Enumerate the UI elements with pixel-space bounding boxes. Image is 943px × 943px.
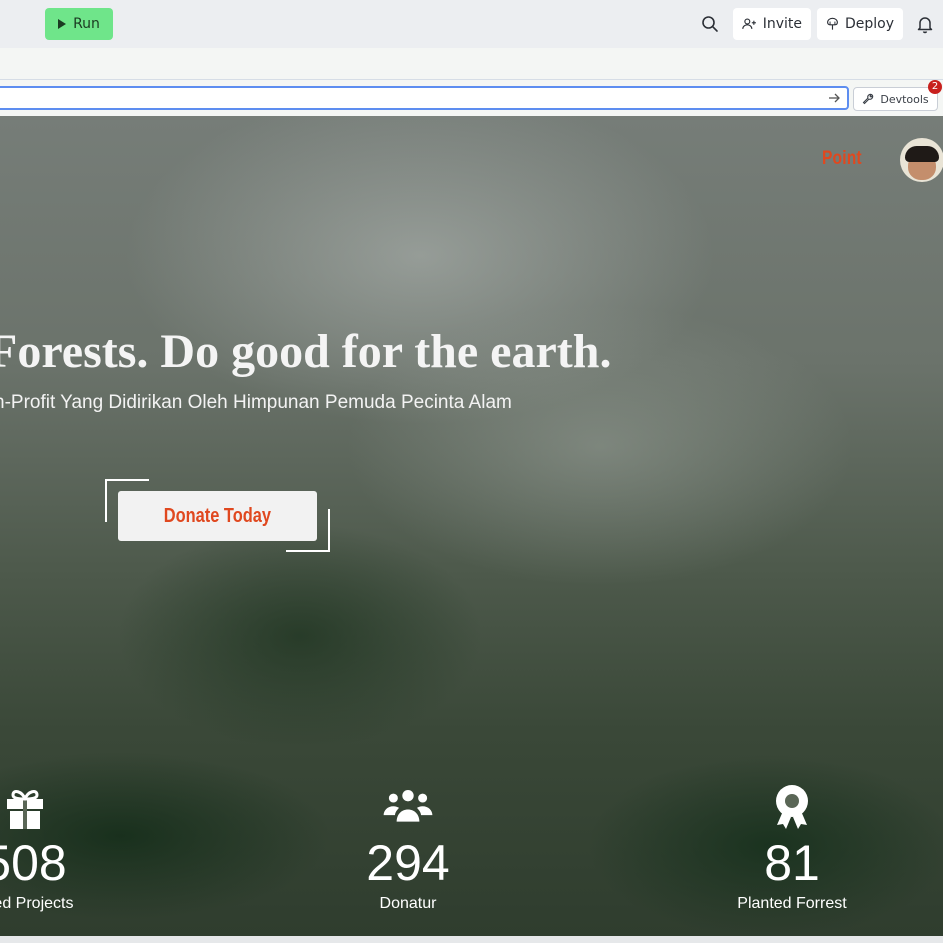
play-icon bbox=[58, 19, 67, 29]
go-arrow-icon[interactable] bbox=[827, 91, 841, 105]
user-plus-icon bbox=[742, 18, 756, 29]
award-icon bbox=[776, 785, 808, 829]
webview-address-row: Devtools bbox=[0, 80, 943, 116]
devtools-label: Devtools bbox=[880, 92, 929, 106]
deploy-icon bbox=[827, 17, 838, 30]
donate-button-label: Donate Today bbox=[163, 504, 272, 527]
invite-button-label: Invite bbox=[762, 16, 802, 32]
hero-headline: Forests. Do good for the earth. bbox=[0, 325, 612, 378]
ide-topbar: Run Invite Deploy bbox=[0, 0, 943, 48]
stat-planted-forest: 81 Planted Forrest bbox=[682, 781, 902, 913]
devtools-button[interactable]: Devtools bbox=[853, 87, 938, 111]
gift-icon bbox=[7, 790, 43, 829]
stat-value: 508 bbox=[0, 835, 67, 891]
tab-strip bbox=[0, 48, 943, 80]
url-input[interactable] bbox=[0, 86, 849, 110]
bell-icon[interactable] bbox=[915, 14, 935, 34]
stat-label: leted Projects bbox=[0, 895, 74, 912]
deploy-button-label: Deploy bbox=[844, 16, 894, 32]
deploy-button[interactable]: Deploy bbox=[817, 8, 903, 40]
invite-button[interactable]: Invite bbox=[733, 8, 811, 40]
avatar-hair bbox=[905, 146, 939, 162]
bottom-strip bbox=[0, 936, 943, 943]
stat-label: Planted Forrest bbox=[737, 895, 847, 912]
run-button[interactable]: Run bbox=[45, 8, 113, 40]
users-icon bbox=[383, 789, 433, 822]
stat-value: 81 bbox=[764, 835, 820, 891]
wrench-icon bbox=[863, 93, 874, 105]
hero-section: Point Forests. Do good for the earth. n-… bbox=[0, 116, 943, 936]
run-button-label: Run bbox=[73, 16, 100, 32]
avatar[interactable] bbox=[900, 138, 943, 182]
devtools-badge: 2 bbox=[928, 80, 942, 94]
stat-donatur: 294 Donatur bbox=[298, 781, 518, 913]
stat-value: 294 bbox=[366, 835, 450, 891]
search-icon[interactable] bbox=[700, 14, 720, 34]
stat-completed-projects: 508 leted Projects bbox=[0, 781, 135, 913]
hero-subheadline: n-Profit Yang Didirikan Oleh Himpunan Pe… bbox=[0, 392, 512, 413]
stat-label: Donatur bbox=[379, 895, 437, 912]
donate-button[interactable]: Donate Today bbox=[118, 491, 317, 541]
site-logo-text[interactable]: Point bbox=[822, 148, 862, 170]
